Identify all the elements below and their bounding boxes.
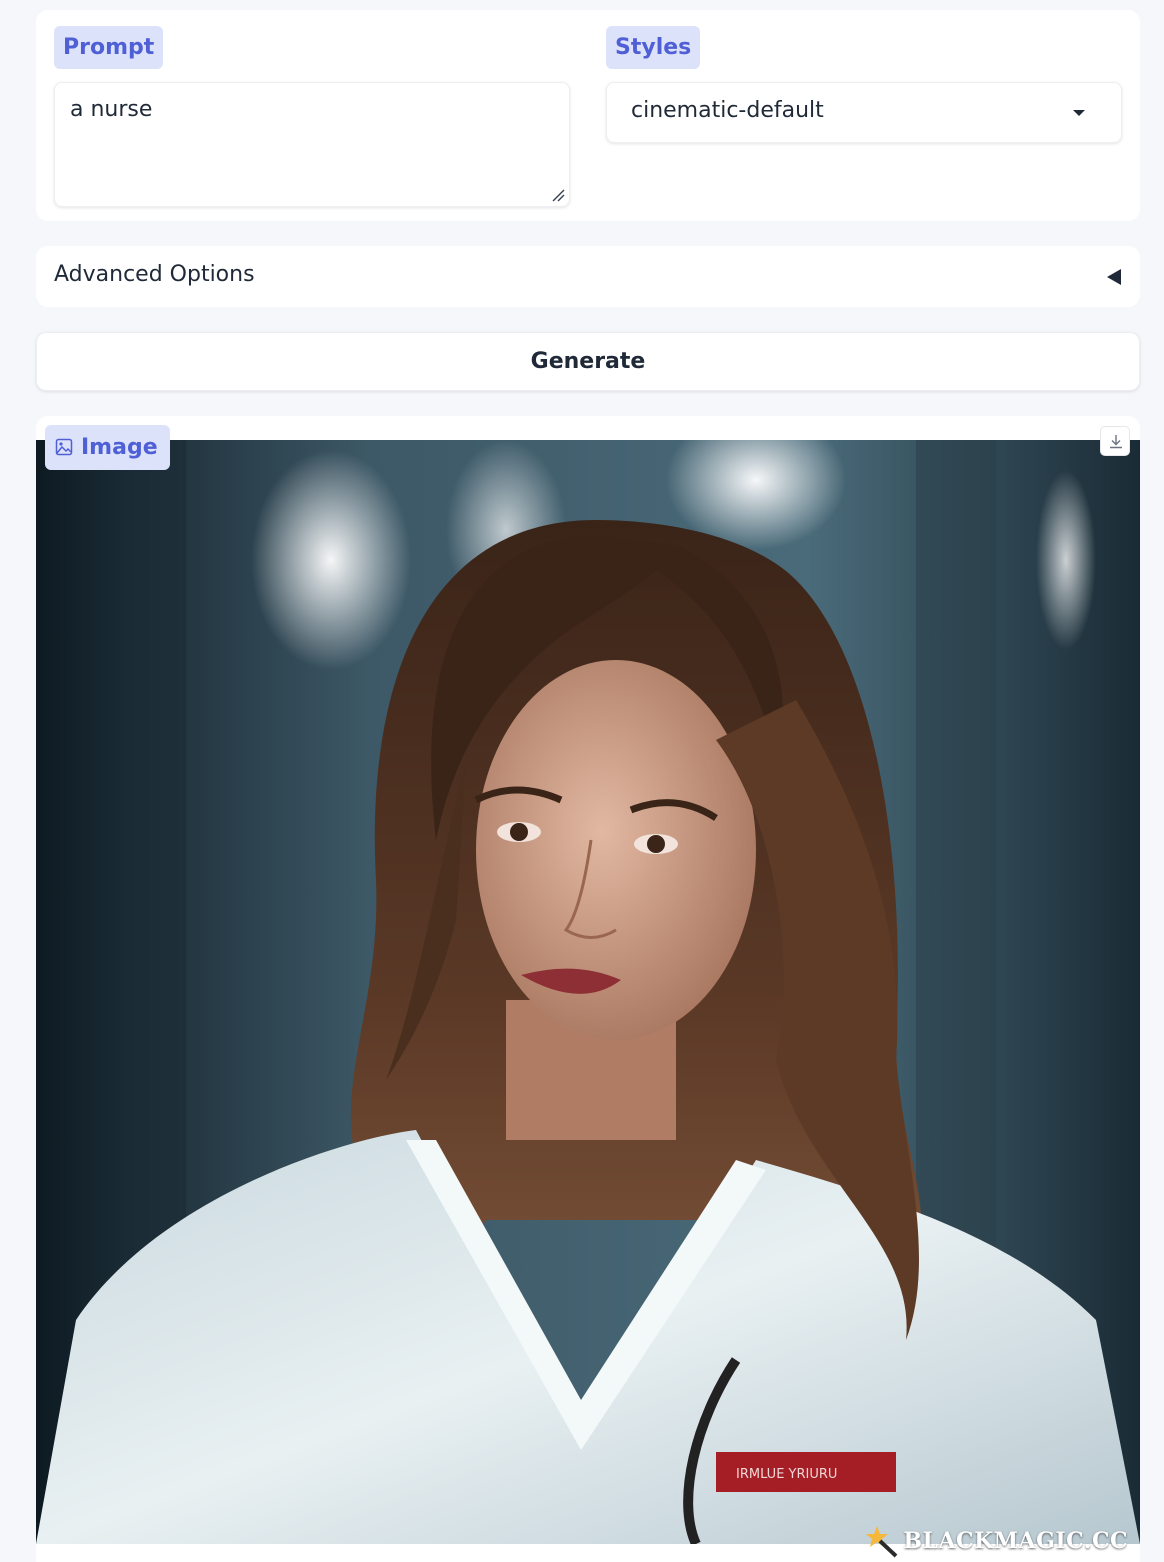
- download-icon: [1110, 435, 1122, 449]
- image-label-text: Image: [81, 435, 158, 460]
- watermark-text: BLACKMAGIC.CC: [903, 1528, 1128, 1554]
- prompt-form-panel: Prompt Styles a nurse cinematic-default: [36, 10, 1140, 221]
- generated-image: IRMLUE YRIURU: [36, 440, 1140, 1544]
- image-icon: [55, 438, 73, 456]
- magic-wand-icon: [866, 1526, 898, 1558]
- caret-down-icon: [1073, 110, 1085, 116]
- collapse-arrow-icon[interactable]: [1107, 269, 1121, 285]
- prompt-label: Prompt: [54, 26, 164, 69]
- badge-text: IRMLUE YRIURU: [736, 1467, 837, 1482]
- styles-label: Styles: [606, 26, 701, 69]
- generate-button[interactable]: Generate: [36, 332, 1140, 391]
- image-output-panel: Image IRMLUE YRIURU BLACKMAGIC.CC: [36, 416, 1140, 1562]
- styles-dropdown[interactable]: cinematic-default: [606, 82, 1122, 143]
- image-output-label: Image: [45, 425, 170, 470]
- download-button[interactable]: [1100, 426, 1130, 456]
- advanced-options-label: Advanced Options: [54, 262, 255, 287]
- prompt-value: a nurse: [70, 97, 153, 122]
- watermark-logo: BLACKMAGIC.CC: [865, 1524, 1128, 1558]
- resize-handle-icon[interactable]: [551, 188, 565, 202]
- prompt-textarea[interactable]: a nurse: [54, 82, 570, 207]
- styles-selected-value: cinematic-default: [631, 98, 824, 123]
- advanced-options-accordion[interactable]: Advanced Options: [36, 246, 1140, 307]
